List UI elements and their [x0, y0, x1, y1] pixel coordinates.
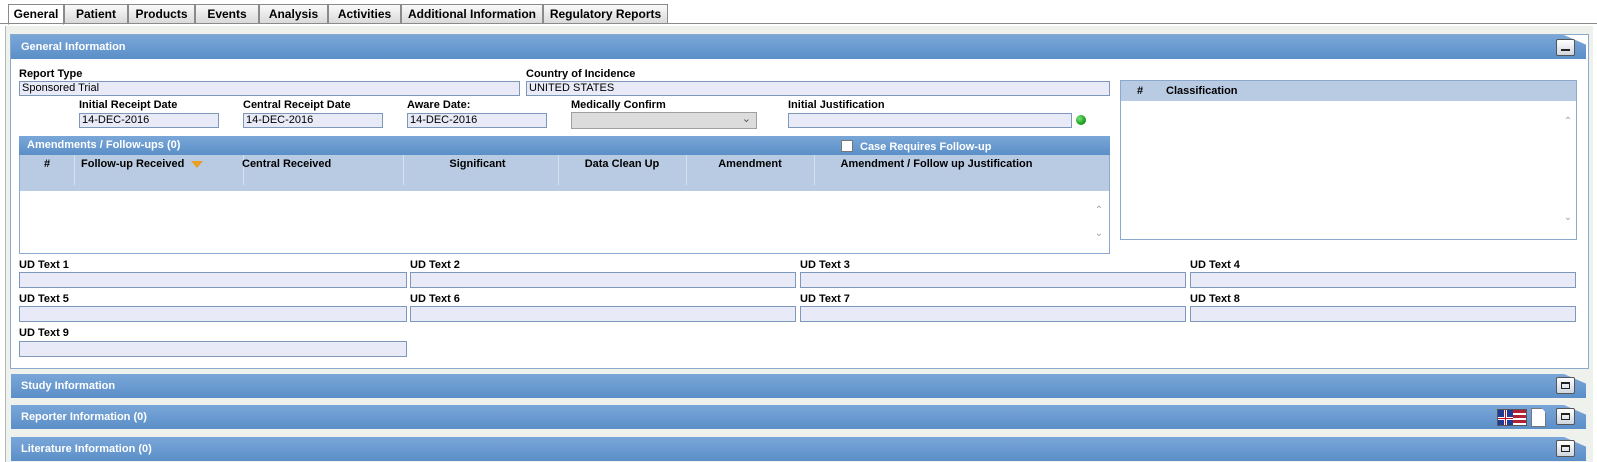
col-classification[interactable]: Classification: [1166, 81, 1238, 101]
tab-analysis[interactable]: Analysis: [259, 4, 328, 24]
report-type-field[interactable]: Sponsored Trial: [19, 81, 520, 96]
reporter-expand-icon[interactable]: [1556, 408, 1575, 425]
general-information-header[interactable]: General Information: [11, 35, 1586, 59]
col-amendment[interactable]: Amendment: [686, 155, 815, 185]
ud-text-6-field[interactable]: [410, 306, 796, 322]
ud-text-9-field[interactable]: [19, 341, 407, 357]
col-data-clean-up[interactable]: Data Clean Up: [558, 155, 687, 185]
col-classification-number[interactable]: #: [1137, 81, 1143, 101]
ud-text-8-label: UD Text 8: [1190, 293, 1240, 305]
amendments-column-header: # Follow-up Received Central Received Si…: [20, 155, 1109, 191]
ud-text-1-label: UD Text 1: [19, 259, 69, 271]
ud-text-9-label: UD Text 9: [19, 327, 69, 339]
col-number[interactable]: #: [20, 155, 75, 185]
reporter-information-title: Reporter Information (0): [21, 411, 147, 423]
initial-receipt-date-field[interactable]: 14-DEC-2016: [79, 113, 219, 128]
initial-receipt-date-label: Initial Receipt Date: [79, 99, 178, 111]
classification-scroll-down-icon[interactable]: ⌄: [1563, 213, 1573, 223]
case-requires-followup-label: Case Requires Follow-up: [860, 141, 992, 153]
tab-regulatory-reports[interactable]: Regulatory Reports: [543, 4, 668, 24]
ud-text-3-field[interactable]: [800, 272, 1186, 288]
initial-justification-field[interactable]: [788, 113, 1072, 128]
tab-additional-information[interactable]: Additional Information: [401, 4, 543, 24]
country-of-incidence-label: Country of Incidence: [526, 68, 636, 80]
study-expand-icon[interactable]: [1556, 377, 1575, 394]
ud-text-1-field[interactable]: [19, 272, 407, 288]
col-follow-up-received-label: Follow-up Received: [81, 158, 185, 170]
col-significant[interactable]: Significant: [397, 155, 559, 185]
medically-confirm-select[interactable]: ⌄: [571, 112, 757, 129]
tab-activities[interactable]: Activities: [328, 4, 401, 24]
scroll-up-icon[interactable]: ⌃: [1094, 206, 1104, 216]
study-information-header[interactable]: Study Information: [11, 374, 1586, 398]
classification-grid: [1120, 80, 1577, 240]
uk-us-flag-icon[interactable]: [1497, 409, 1527, 426]
case-requires-followup-checkbox[interactable]: [841, 140, 853, 152]
ud-text-7-label: UD Text 7: [800, 293, 850, 305]
col-amendment-justification[interactable]: Amendment / Follow up Justification: [814, 155, 1059, 185]
ud-text-6-label: UD Text 6: [410, 293, 460, 305]
general-information-title: General Information: [21, 41, 126, 53]
tab-events[interactable]: Events: [195, 4, 259, 24]
status-indicator-icon: [1076, 115, 1086, 125]
ud-text-2-label: UD Text 2: [410, 259, 460, 271]
sort-desc-icon: [191, 160, 204, 168]
ud-text-3-label: UD Text 3: [800, 259, 850, 271]
ud-text-5-field[interactable]: [19, 306, 407, 322]
ud-text-4-label: UD Text 4: [1190, 259, 1240, 271]
minimize-icon[interactable]: [1556, 39, 1575, 56]
scroll-down-icon[interactable]: ⌄: [1094, 229, 1104, 239]
tab-divider: [0, 23, 1597, 24]
tab-general[interactable]: General: [8, 4, 64, 25]
col-central-received[interactable]: Central Received: [236, 155, 404, 185]
tab-products[interactable]: Products: [128, 4, 195, 24]
medically-confirm-label: Medically Confirm: [571, 99, 666, 111]
tab-patient[interactable]: Patient: [64, 4, 128, 24]
document-icon[interactable]: [1531, 408, 1546, 427]
initial-justification-label: Initial Justification: [788, 99, 885, 111]
literature-information-header[interactable]: Literature Information (0): [11, 437, 1586, 461]
ud-text-4-field[interactable]: [1190, 272, 1576, 288]
aware-date-label: Aware Date:: [407, 99, 471, 111]
ud-text-5-label: UD Text 5: [19, 293, 69, 305]
classification-scroll-up-icon[interactable]: ⌃: [1563, 117, 1573, 127]
report-type-label: Report Type: [19, 68, 83, 80]
amendments-title: Amendments / Follow-ups (0): [27, 139, 181, 151]
ud-text-7-field[interactable]: [800, 306, 1186, 322]
literature-information-title: Literature Information (0): [21, 443, 152, 455]
country-of-incidence-field[interactable]: UNITED STATES: [526, 81, 1110, 96]
col-follow-up-received[interactable]: Follow-up Received: [74, 155, 244, 185]
literature-expand-icon[interactable]: [1556, 440, 1575, 457]
chevron-down-icon: ⌄: [741, 113, 751, 125]
ud-text-2-field[interactable]: [410, 272, 796, 288]
central-receipt-date-label: Central Receipt Date: [243, 99, 351, 111]
classification-column-header: # Classification: [1121, 81, 1576, 101]
study-information-title: Study Information: [21, 380, 116, 392]
reporter-information-header[interactable]: Reporter Information (0): [11, 405, 1586, 429]
ud-text-8-field[interactable]: [1190, 306, 1576, 322]
aware-date-field[interactable]: 14-DEC-2016: [407, 113, 547, 128]
central-receipt-date-field[interactable]: 14-DEC-2016: [243, 113, 383, 128]
